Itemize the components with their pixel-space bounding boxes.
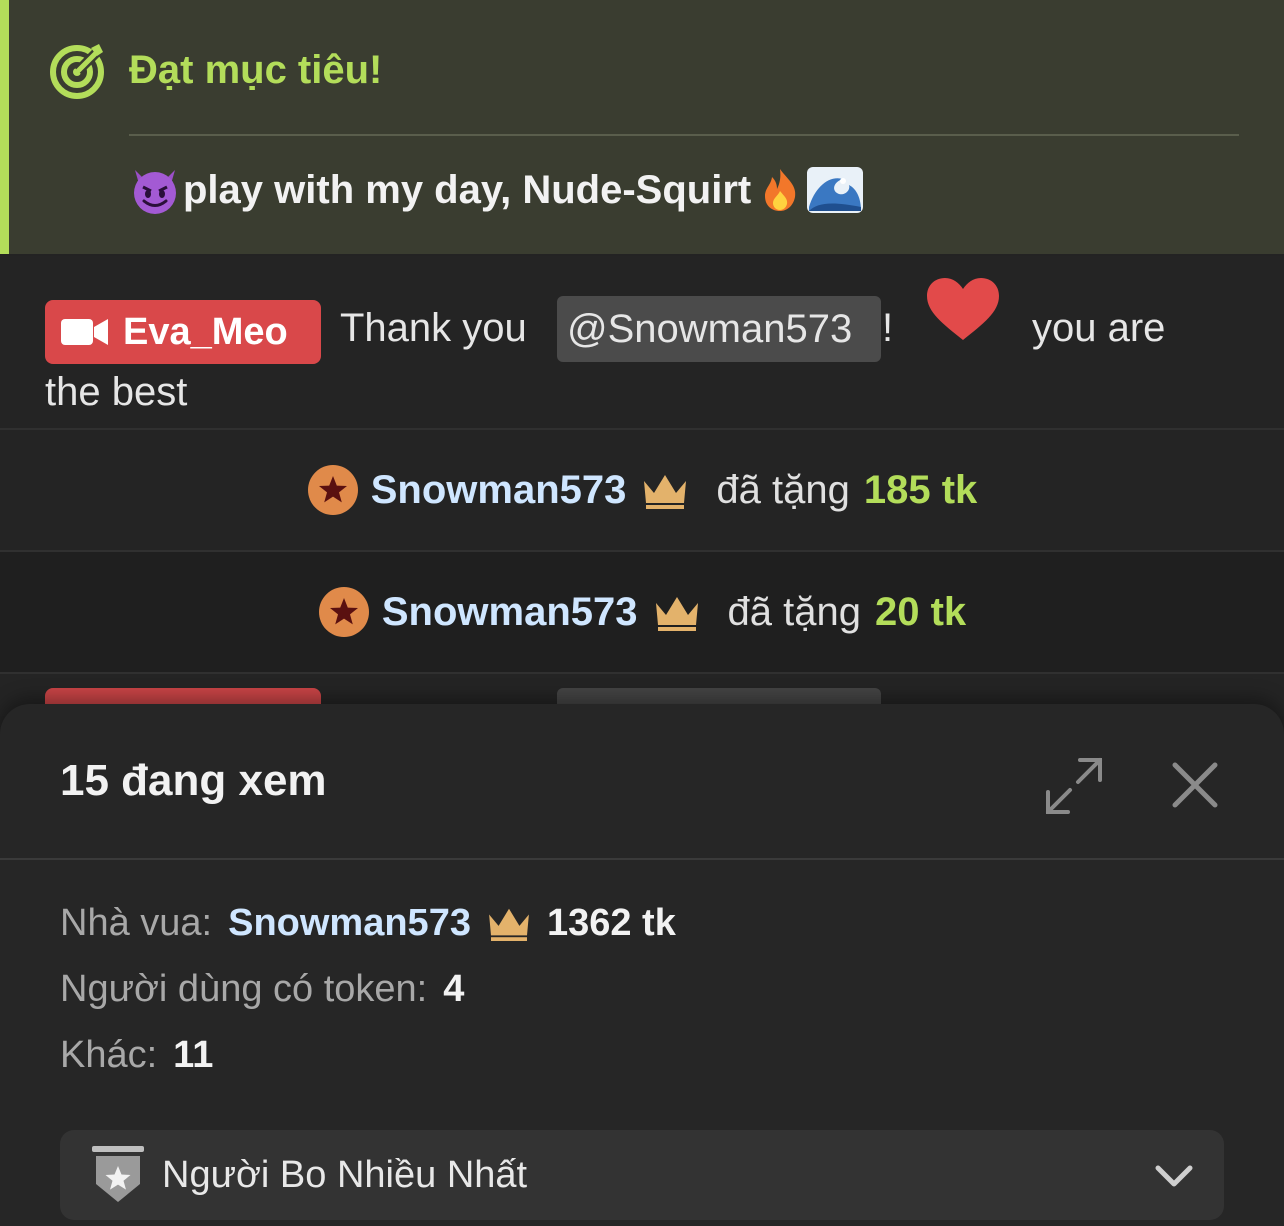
shield-star-icon [92, 1146, 144, 1202]
goal-text: play with my day, Nude-Squirt [183, 167, 752, 212]
tip-amount: 20 tk [874, 589, 967, 634]
tip-verb: đã tặng [727, 589, 861, 634]
others-label: Khác: [60, 1033, 158, 1076]
tipper-name[interactable]: Snowman573 [382, 590, 638, 635]
message-text: Thank you [340, 306, 527, 350]
dropdown-label: Người Bo Nhiều Nhất [162, 1153, 528, 1196]
goal-title: Đạt mục tiêu! [129, 48, 383, 92]
tip-notice: Snowman573 đã tặng 20 tk [0, 552, 1284, 674]
top-tippers-dropdown[interactable]: Người Bo Nhiều Nhất [60, 1130, 1224, 1220]
king-label: Nhà vua: [60, 901, 213, 944]
sender-name: Eva_Meo [123, 310, 288, 353]
crown-icon [655, 597, 698, 631]
king-row: Nhà vua: Snowman573 1362 tk [60, 898, 676, 948]
chat-message: Eva_Meo Thank you @Snowman573 ! you are … [0, 256, 1284, 430]
token-users-count: 4 [443, 967, 465, 1010]
goal-description: play with my day, Nude-Squirt [129, 160, 864, 220]
star-badge-icon [307, 465, 358, 515]
sheet-divider [0, 858, 1284, 860]
chevron-down-icon [1155, 1165, 1193, 1187]
viewer-count-title: 15 đang xem [60, 756, 327, 805]
devil-emoji [134, 170, 176, 214]
tip-notice: Snowman573 đã tặng 185 tk [0, 430, 1284, 552]
crown-icon [489, 908, 529, 941]
star-badge-icon [318, 587, 369, 637]
close-icon[interactable] [1172, 762, 1218, 808]
chat-area: Eva_Meo Thank you @Snowman573 ! you are … [0, 256, 1284, 748]
others-row: Khác: 11 [60, 1030, 213, 1080]
others-count: 11 [173, 1033, 214, 1076]
token-users-row: Người dùng có token: 4 [60, 964, 464, 1014]
tip-amount: 185 tk [863, 467, 978, 512]
fire-emoji [765, 169, 796, 211]
broadcaster-badge[interactable]: Eva_Meo [45, 300, 321, 364]
king-name[interactable]: Snowman573 [228, 902, 471, 945]
goal-divider [129, 134, 1239, 136]
crown-icon [644, 475, 687, 509]
wave-emoji [807, 167, 864, 213]
target-icon [50, 44, 104, 99]
message-text-wrapped: the best [45, 370, 188, 414]
tipper-name[interactable]: Snowman573 [371, 468, 627, 513]
token-users-label: Người dùng có token: [60, 967, 428, 1010]
viewers-panel: 15 đang xem Nhà vua: Snowman573 1362 tk … [0, 704, 1284, 1226]
heart-emoji [927, 278, 999, 340]
video-camera-icon [61, 319, 108, 345]
message-text-continued: you are [1032, 306, 1166, 350]
tip-verb: đã tặng [716, 467, 850, 512]
message-exclamation: ! [882, 306, 894, 350]
user-mention[interactable]: @Snowman573 [557, 296, 881, 362]
king-amount: 1362 tk [546, 901, 676, 944]
expand-icon[interactable] [1044, 756, 1104, 816]
goal-banner: Đạt mục tiêu! play with my day, Nude-Squ… [0, 0, 1284, 254]
